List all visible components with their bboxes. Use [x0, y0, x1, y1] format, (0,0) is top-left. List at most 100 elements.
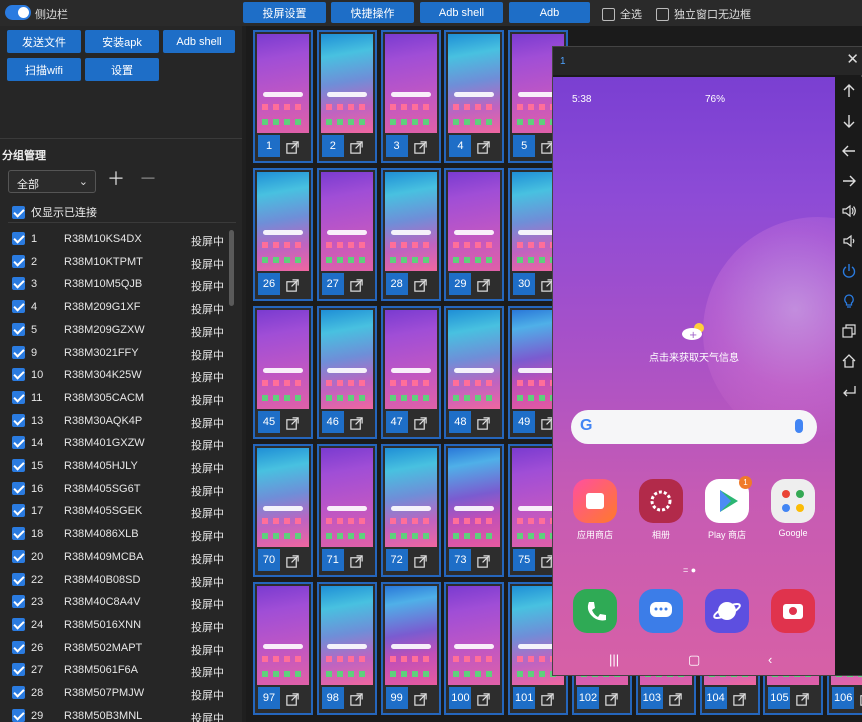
external-open-icon[interactable]: [413, 692, 428, 707]
device-tile[interactable]: 71: [316, 444, 377, 577]
external-open-icon[interactable]: [540, 692, 555, 707]
device-number-button[interactable]: 73: [449, 549, 472, 571]
checkbox-icon[interactable]: [12, 413, 25, 427]
only-connected-checkbox[interactable]: 仅显示已连接: [12, 204, 97, 220]
external-open-icon[interactable]: [285, 416, 300, 431]
checkbox-icon[interactable]: [12, 527, 25, 541]
mirror-settings-button[interactable]: 投屏设置: [243, 2, 326, 23]
messages-app-icon[interactable]: [639, 589, 683, 633]
camera-app-icon[interactable]: [771, 589, 815, 633]
quick-actions-button[interactable]: 快捷操作: [331, 2, 414, 23]
device-list-scrollbar[interactable]: [229, 230, 234, 306]
device-tile[interactable]: 97: [253, 582, 313, 715]
back-icon[interactable]: [841, 383, 857, 399]
device-screen-thumbnail[interactable]: [257, 172, 309, 271]
device-screen-thumbnail[interactable]: [448, 34, 501, 133]
device-tile[interactable]: 29: [444, 168, 505, 301]
group-select[interactable]: 全部 ⌄: [8, 170, 96, 193]
external-open-icon[interactable]: [285, 554, 300, 569]
device-number-button[interactable]: 29: [449, 273, 472, 295]
device-number-button[interactable]: 106: [832, 687, 855, 709]
device-list-row[interactable]: 2 R38M10KTPMT 投屏中: [0, 251, 234, 273]
device-tile[interactable]: 1: [253, 30, 313, 163]
phone-screen[interactable]: 5:38 76% + 点击来获取天气信息 G 1 应用商店 相册 Play 商店…: [553, 77, 835, 675]
external-open-icon[interactable]: [795, 692, 810, 707]
google-search-bar[interactable]: G: [571, 410, 817, 444]
mic-icon[interactable]: [795, 419, 803, 433]
device-screen-thumbnail[interactable]: [257, 310, 309, 409]
device-number-button[interactable]: 70: [258, 549, 280, 571]
device-number-button[interactable]: 27: [321, 273, 344, 295]
back-nav-icon[interactable]: ‹: [768, 652, 772, 667]
remove-group-icon[interactable]: －: [139, 170, 157, 188]
checkbox-icon[interactable]: [602, 7, 615, 21]
google-folder-icon[interactable]: [771, 479, 815, 523]
checkbox-icon[interactable]: [12, 504, 25, 518]
device-number-button[interactable]: 105: [768, 687, 791, 709]
device-list-row[interactable]: 14 R38M401GXZW 投屏中: [0, 432, 234, 454]
device-number-button[interactable]: 99: [385, 687, 408, 709]
external-open-icon[interactable]: [413, 416, 428, 431]
settings-button[interactable]: 设置: [85, 58, 159, 81]
borderless-checkbox[interactable]: 独立窗口无边框: [656, 6, 751, 22]
checkbox-icon[interactable]: [12, 481, 25, 495]
device-list-row[interactable]: 10 R38M304K25W 投屏中: [0, 364, 234, 386]
device-list-row[interactable]: 5 R38M209GZXW 投屏中: [0, 319, 234, 341]
checkbox-icon[interactable]: [12, 300, 25, 314]
phone-app-icon[interactable]: [573, 589, 617, 633]
checkbox-icon[interactable]: [12, 254, 25, 268]
add-group-icon[interactable]: ＋: [107, 170, 125, 188]
internet-app-icon[interactable]: [705, 589, 749, 633]
device-list-row[interactable]: 11 R38M305CACM 投屏中: [0, 387, 234, 409]
device-number-button[interactable]: 2: [321, 135, 344, 157]
external-open-icon[interactable]: [349, 692, 364, 707]
external-open-icon[interactable]: [413, 554, 428, 569]
device-tile[interactable]: 48: [444, 306, 505, 439]
checkbox-icon[interactable]: [12, 572, 25, 586]
device-tile[interactable]: 99: [380, 582, 441, 715]
device-number-button[interactable]: 47: [385, 411, 408, 433]
checkbox-icon[interactable]: [12, 663, 25, 677]
device-list-row[interactable]: 15 R38M405HJLY 投屏中: [0, 455, 234, 477]
adb-shell-top-button[interactable]: Adb shell: [420, 2, 503, 23]
home-nav-icon[interactable]: ▢: [688, 652, 700, 668]
device-number-button[interactable]: 104: [704, 687, 727, 709]
device-list-row[interactable]: 16 R38M405SG6T 投屏中: [0, 478, 234, 500]
weather-text[interactable]: 点击来获取天气信息: [553, 349, 835, 364]
install-apk-button[interactable]: 安装apk: [85, 30, 159, 53]
bulb-icon[interactable]: [841, 293, 857, 309]
device-tile[interactable]: 2: [316, 30, 377, 163]
device-list-row[interactable]: 27 R38M5061F6A 投屏中: [0, 659, 234, 681]
galaxy-store-icon[interactable]: [573, 479, 617, 523]
checkbox-icon[interactable]: [12, 617, 25, 631]
device-screen-thumbnail[interactable]: [320, 586, 373, 685]
device-number-button[interactable]: 98: [321, 687, 344, 709]
external-open-icon[interactable]: [285, 278, 300, 293]
checkbox-icon[interactable]: [12, 459, 25, 472]
device-tile[interactable]: 3: [380, 30, 441, 163]
checkbox-icon[interactable]: [12, 686, 25, 699]
volume-up-icon[interactable]: [841, 203, 857, 219]
device-tile[interactable]: 100: [444, 582, 505, 715]
device-list-row[interactable]: 9 R38M3021FFY 投屏中: [0, 342, 234, 364]
external-open-icon[interactable]: [476, 278, 491, 293]
checkbox-icon[interactable]: [12, 345, 25, 359]
checkbox-icon[interactable]: [12, 205, 25, 219]
device-tile[interactable]: 4: [444, 30, 505, 163]
external-open-icon[interactable]: [349, 140, 364, 155]
arrow-down-icon[interactable]: [841, 113, 857, 129]
device-list-row[interactable]: 26 R38M502MAPT 投屏中: [0, 637, 234, 659]
device-screen-thumbnail[interactable]: [320, 34, 373, 133]
device-tile[interactable]: 45: [253, 306, 313, 439]
arrow-left-icon[interactable]: [841, 143, 857, 159]
device-number-button[interactable]: 46: [321, 411, 344, 433]
close-icon[interactable]: ✕: [846, 51, 859, 69]
checkbox-icon[interactable]: [12, 708, 25, 722]
device-screen-thumbnail[interactable]: [384, 586, 437, 685]
external-open-icon[interactable]: [476, 416, 491, 431]
external-open-icon[interactable]: [285, 140, 300, 155]
device-screen-thumbnail[interactable]: [384, 310, 437, 409]
device-tile[interactable]: 28: [380, 168, 441, 301]
device-list-row[interactable]: 20 R38M409MCBA 投屏中: [0, 546, 234, 568]
external-open-icon[interactable]: [476, 140, 491, 155]
